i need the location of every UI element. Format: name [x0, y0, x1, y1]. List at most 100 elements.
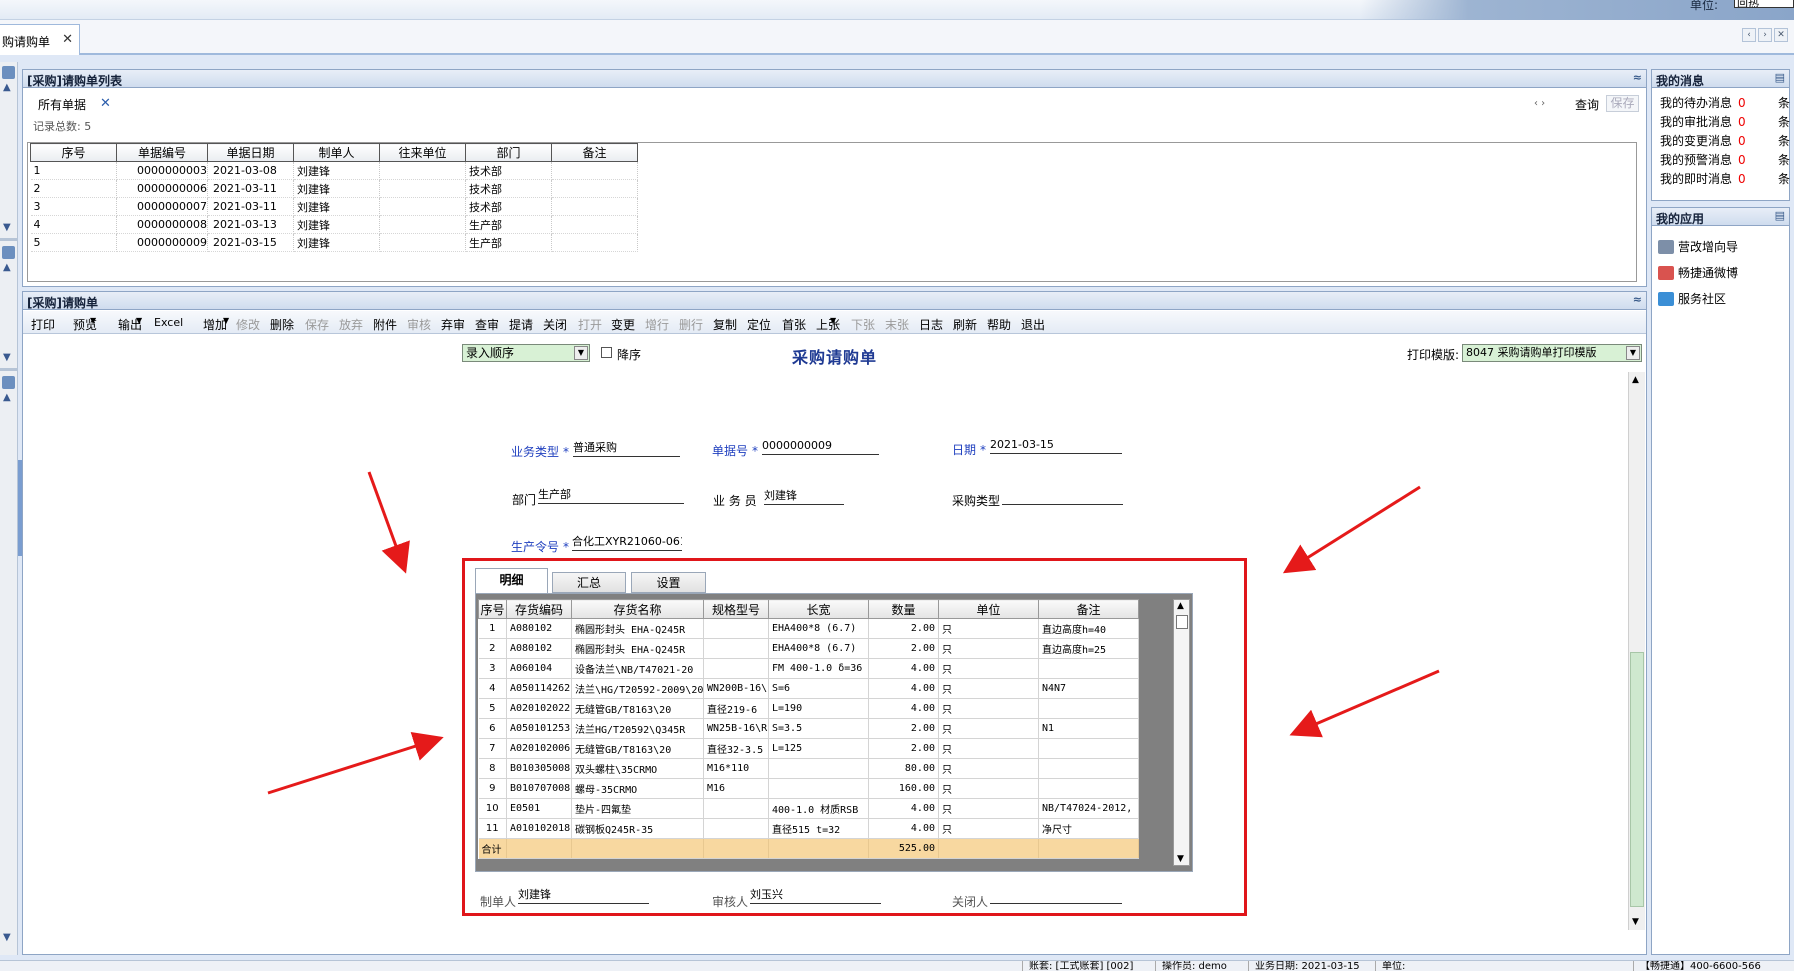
scroll-down-icon[interactable]: ▼: [1632, 917, 1639, 927]
biz-type-field[interactable]: 普通采购: [573, 441, 680, 457]
document-tab-bar: [0, 20, 1794, 55]
toolbar-button[interactable]: 关闭: [543, 316, 567, 333]
toolbar-button[interactable]: 提请: [509, 316, 533, 333]
print-template-select[interactable]: 8047 采购请购单打印模版 ▼: [1462, 344, 1642, 362]
app-item[interactable]: 服务社区: [1658, 290, 1726, 307]
panel-icon[interactable]: [2, 376, 15, 389]
doc-no-field[interactable]: 0000000009: [762, 439, 879, 455]
toolbar-button[interactable]: 打开: [578, 316, 602, 333]
panel-icon[interactable]: [2, 66, 15, 79]
table-cell: 技术部: [465, 161, 552, 180]
sort-order-select[interactable]: 录入顺序 ▼: [462, 344, 590, 362]
toolbar-button[interactable]: 定位: [747, 316, 771, 333]
list-nav-arrows[interactable]: ‹ ›: [1534, 98, 1545, 109]
table-cell: [551, 215, 638, 234]
collapse-icon[interactable]: ≈: [1633, 71, 1642, 84]
message-unit: 条: [1778, 96, 1791, 110]
toolbar-button[interactable]: 退出: [1021, 316, 1045, 333]
table-cell: 0000000008: [116, 215, 208, 234]
toolbar-button[interactable]: 删行: [679, 316, 703, 333]
toolbar-button[interactable]: 复制: [713, 316, 737, 333]
toolbar-button[interactable]: 末张: [885, 316, 909, 333]
toolbar-button[interactable]: 帮助: [987, 316, 1011, 333]
toolbar-button[interactable]: 日志: [919, 316, 943, 333]
table-row[interactable]: 1 0000000003 2021-03-08 刘建锋 技术部: [30, 161, 638, 180]
panel-settings-icon[interactable]: ▤: [1775, 209, 1785, 222]
toolbar-button[interactable]: Excel: [154, 316, 183, 329]
toolbar-button[interactable]: 查审: [475, 316, 499, 333]
panel-settings-icon[interactable]: ▤: [1775, 71, 1785, 84]
message-item[interactable]: 我的审批消息 0 条: [1660, 113, 1790, 130]
prod-order-field[interactable]: 合化工XYR21060-061: [572, 535, 682, 551]
scroll-down-icon[interactable]: ▼: [3, 352, 11, 363]
scroll-down-icon[interactable]: ▼: [3, 932, 11, 943]
table-cell: [551, 197, 638, 216]
column-header[interactable]: 制单人: [293, 143, 380, 162]
scroll-up-icon[interactable]: ▲: [3, 392, 11, 403]
message-item[interactable]: 我的待办消息 0 条: [1660, 94, 1790, 111]
app-item[interactable]: 营改增向导: [1658, 238, 1738, 255]
toolbar-button[interactable]: 上张: [816, 316, 840, 333]
filter-tab-all[interactable]: 所有单据: [38, 96, 86, 113]
purchase-type-label: 采购类型: [952, 494, 1001, 508]
my-messages-panel: 我的消息 ▤ 我的待办消息 0 条我的审批消息 0 条我的变更消息 0 条我的预警消息 0 条我…: [1651, 69, 1790, 201]
table-row[interactable]: 4 0000000008 2021-03-13 刘建锋 生产部: [30, 215, 638, 234]
column-header[interactable]: 序号: [30, 143, 117, 162]
toolbar-button[interactable]: 修改: [236, 316, 260, 333]
close-icon[interactable]: ✕: [62, 32, 73, 47]
column-header[interactable]: 单据日期: [207, 143, 294, 162]
column-header[interactable]: 部门: [465, 143, 552, 162]
toolbar-button[interactable]: 输出: [118, 316, 142, 333]
scroll-up-icon[interactable]: ▲: [3, 262, 11, 273]
chevron-down-icon[interactable]: ▼: [1626, 346, 1640, 360]
divider: [0, 368, 18, 371]
scroll-up-icon[interactable]: ▲: [3, 82, 11, 93]
query-button[interactable]: 查询: [1575, 96, 1599, 113]
table-row[interactable]: 5 0000000009 2021-03-15 刘建锋 生产部: [30, 233, 638, 252]
toolbar-button[interactable]: 打印: [31, 316, 55, 333]
tab-prev-button[interactable]: ‹: [1742, 28, 1756, 42]
toolbar-button[interactable]: 放弃: [339, 316, 363, 333]
toolbar-button[interactable]: 变更: [611, 316, 635, 333]
close-icon[interactable]: ✕: [100, 96, 111, 111]
tab-purchase-requisition[interactable]: 购请购单 ✕: [0, 24, 80, 55]
app-item[interactable]: 畅捷通微博: [1658, 264, 1738, 281]
toolbar-button[interactable]: 首张: [782, 316, 806, 333]
table-row[interactable]: 2 0000000006 2021-03-11 刘建锋 技术部: [30, 179, 638, 198]
panel-icon[interactable]: [2, 246, 15, 259]
toolbar-button[interactable]: 审核: [407, 316, 431, 333]
toolbar-button[interactable]: 刷新: [953, 316, 977, 333]
toolbar-button[interactable]: 保存: [305, 316, 329, 333]
column-header[interactable]: 备注: [551, 143, 638, 162]
toolbar-button[interactable]: 下张: [851, 316, 875, 333]
toolbar-button[interactable]: 增行: [645, 316, 669, 333]
dept-field[interactable]: 生产部: [538, 488, 684, 504]
collapse-icon[interactable]: ≈: [1633, 293, 1642, 306]
toolbar-button[interactable]: 删除: [270, 316, 294, 333]
purchase-type-field[interactable]: [1002, 489, 1123, 505]
message-item[interactable]: 我的预警消息 0 条: [1660, 151, 1790, 168]
salesman-field[interactable]: 刘建锋: [764, 489, 844, 505]
toolbar-button[interactable]: 附件: [373, 316, 397, 333]
date-field[interactable]: 2021-03-15: [990, 438, 1122, 454]
column-header[interactable]: 往来单位: [379, 143, 466, 162]
toolbar-button[interactable]: 弃审: [441, 316, 465, 333]
scroll-up-icon[interactable]: ▲: [1632, 375, 1639, 385]
chevron-down-icon[interactable]: ▼: [574, 346, 588, 360]
scroll-down-icon[interactable]: ▼: [3, 222, 11, 233]
message-item[interactable]: 我的变更消息 0 条: [1660, 132, 1790, 149]
descending-checkbox[interactable]: [601, 347, 612, 358]
close-all-icon[interactable]: ✕: [1774, 28, 1788, 42]
table-cell: 0000000009: [116, 233, 208, 252]
table-row[interactable]: 3 0000000007 2021-03-11 刘建锋 技术部: [30, 197, 638, 216]
scroll-thumb[interactable]: [1630, 652, 1644, 907]
toolbar-button[interactable]: 增加: [203, 316, 227, 333]
message-unit: 条: [1778, 153, 1791, 167]
tab-next-button[interactable]: ›: [1758, 28, 1772, 42]
toolbar-button[interactable]: 预览: [73, 316, 97, 333]
weibo-icon: [1658, 265, 1674, 280]
column-header[interactable]: 单据编号: [116, 143, 208, 162]
form-scrollbar[interactable]: ▲ ▼: [1628, 372, 1645, 930]
save-view-button[interactable]: 保存: [1606, 95, 1639, 112]
message-item[interactable]: 我的即时消息 0 条: [1660, 170, 1790, 187]
